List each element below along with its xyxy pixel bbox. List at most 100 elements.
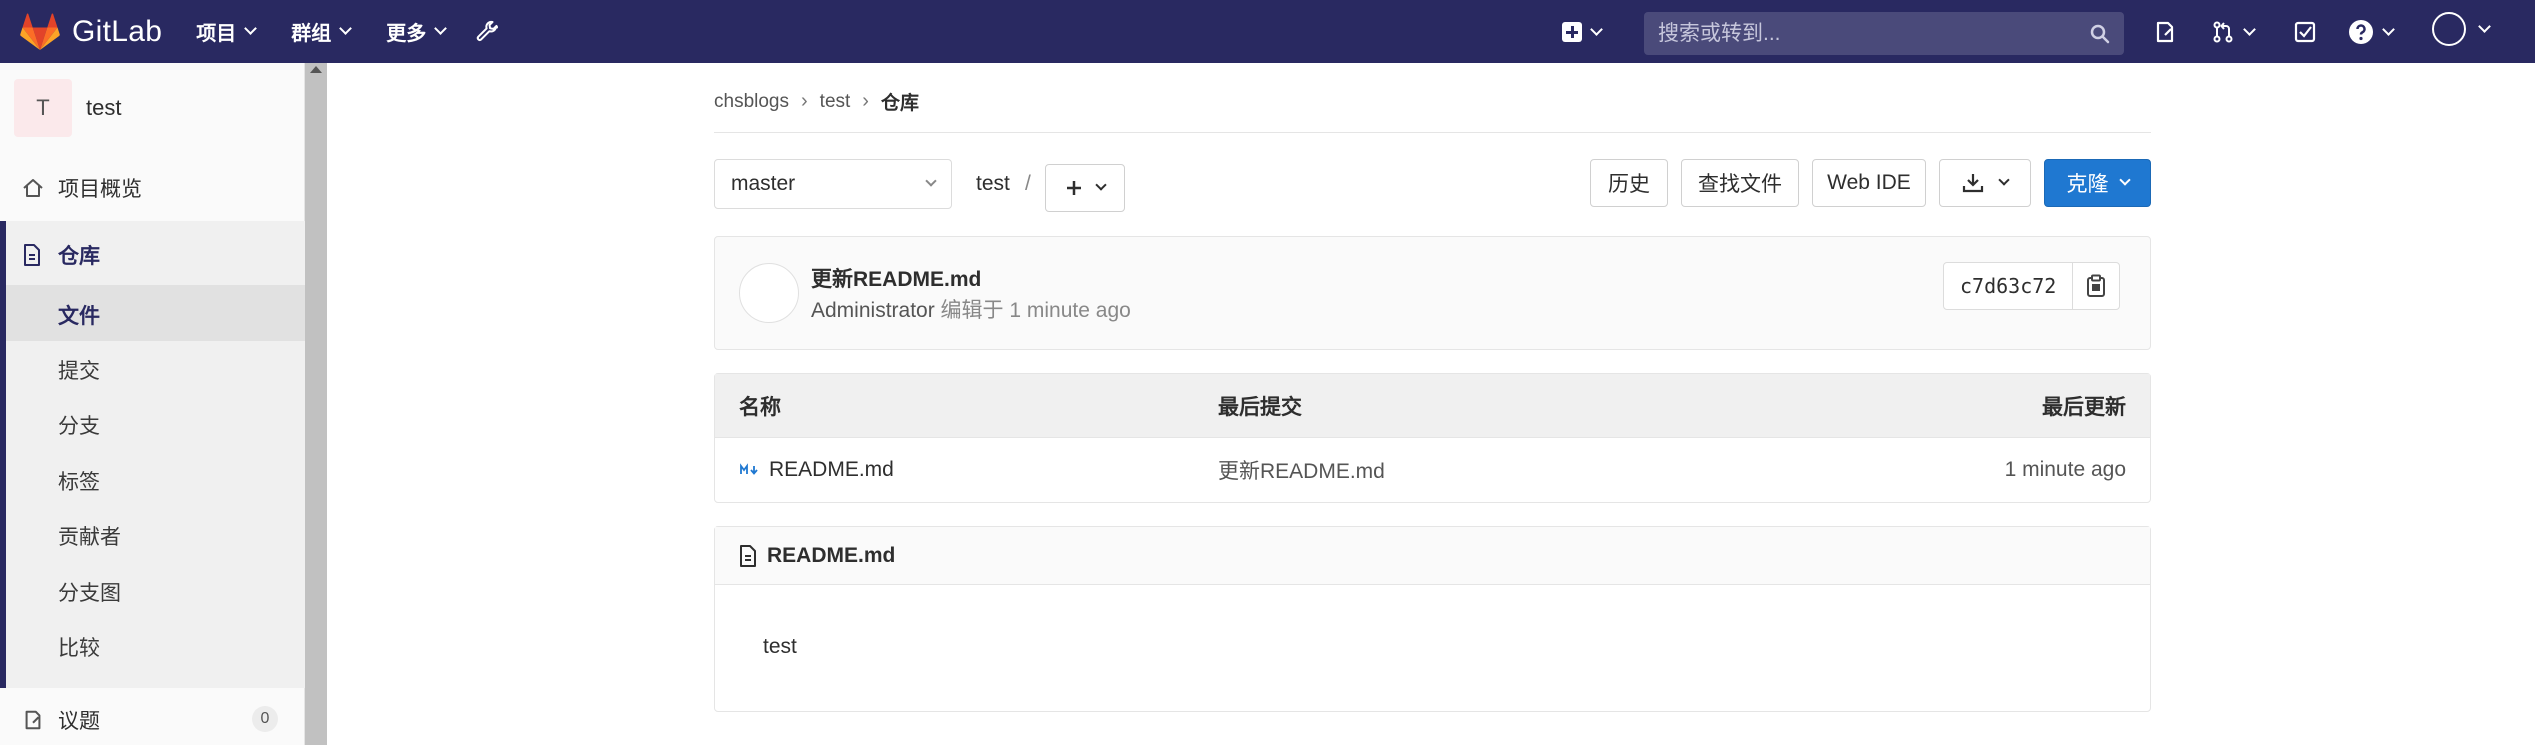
branch-select[interactable]: master xyxy=(714,159,952,209)
sidebar-item-overview[interactable]: 项目概览 xyxy=(0,168,305,208)
chevron-down-icon xyxy=(244,22,258,35)
issues-link[interactable] xyxy=(2153,18,2177,46)
column-header-last-update: 最后更新 xyxy=(2042,396,2126,419)
chevron-down-icon xyxy=(1998,174,2010,186)
admin-area-link[interactable] xyxy=(475,20,499,44)
chevron-down-icon xyxy=(2118,174,2131,186)
file-name-cell[interactable]: README.md xyxy=(739,438,894,502)
branch-name: master xyxy=(731,172,796,195)
sidebar-item-label: 仓库 xyxy=(58,245,100,268)
merge-requests-dropdown[interactable] xyxy=(2211,18,2256,46)
add-to-tree-dropdown[interactable] xyxy=(1045,164,1125,212)
file-icon xyxy=(740,544,756,567)
chevron-down-icon xyxy=(925,175,937,187)
chevron-right-icon: › xyxy=(801,90,808,112)
file-tree-table: 名称 最后提交 最后更新 README.md 更新README.md 1 min… xyxy=(714,373,2151,503)
readme-content: test xyxy=(763,635,797,658)
chevron-down-icon xyxy=(2382,22,2395,36)
commit-sha[interactable]: c7d63c72 xyxy=(1944,263,2074,309)
download-dropdown[interactable] xyxy=(1939,159,2031,207)
project-name: test xyxy=(86,95,122,120)
sidebar-item-repository[interactable]: 仓库 xyxy=(0,235,305,275)
plus-icon xyxy=(1067,181,1081,195)
copy-sha-button[interactable] xyxy=(2073,263,2119,309)
gitlab-home-link[interactable]: GitLab xyxy=(20,0,162,63)
nav-menu: 项目 群组 更多 xyxy=(196,0,535,63)
clone-dropdown[interactable]: 克隆 xyxy=(2044,159,2151,207)
file-last-commit[interactable]: 更新README.md xyxy=(1218,438,1385,502)
help-icon xyxy=(2349,20,2373,44)
column-header-name: 名称 xyxy=(739,396,781,419)
nav-groups-dropdown[interactable]: 群组 xyxy=(291,17,353,46)
file-name[interactable]: README.md xyxy=(769,458,894,482)
sidebar-subitem-graph[interactable]: 分支图 xyxy=(58,577,121,607)
sidebar-active-highlight xyxy=(6,285,305,341)
nav-projects-dropdown[interactable]: 项目 xyxy=(196,17,258,46)
sidebar-subitem-contributors[interactable]: 贡献者 xyxy=(58,521,121,551)
download-icon xyxy=(1962,174,1984,193)
sidebar-subitem-branches[interactable]: 分支 xyxy=(58,410,100,440)
commit-meta: Administrator 编辑于 1 minute ago xyxy=(811,294,1131,324)
chevron-down-icon xyxy=(2243,22,2256,36)
issues-icon xyxy=(25,710,41,730)
new-dropdown-button[interactable] xyxy=(1562,18,1603,46)
table-row[interactable]: README.md 更新README.md 1 minute ago xyxy=(715,438,2150,502)
nav-groups-label: 群组 xyxy=(291,23,332,45)
find-file-button[interactable]: 查找文件 xyxy=(1681,159,1799,207)
file-table-header: 名称 最后提交 最后更新 xyxy=(715,374,2150,438)
merge-request-icon xyxy=(2213,21,2233,43)
todo-icon xyxy=(2294,21,2316,43)
issues-icon xyxy=(2156,21,2174,43)
breadcrumb: chsblogs › test › 仓库 xyxy=(714,88,919,115)
nav-more-dropdown[interactable]: 更多 xyxy=(386,17,448,46)
user-avatar xyxy=(2432,12,2466,46)
nav-more-label: 更多 xyxy=(386,23,427,45)
home-icon xyxy=(23,179,43,197)
gitlab-logo-icon xyxy=(20,12,60,50)
chevron-down-icon xyxy=(2478,19,2491,33)
clipboard-icon xyxy=(2087,274,2106,297)
top-navbar: GitLab 项目 群组 更多 xyxy=(0,0,2535,63)
commit-title[interactable]: 更新README.md xyxy=(811,263,981,293)
chevron-right-icon: › xyxy=(862,90,869,112)
sidebar-scrollbar[interactable] xyxy=(305,63,327,745)
search-box[interactable] xyxy=(1644,12,2124,55)
history-button[interactable]: 历史 xyxy=(1590,159,1668,207)
chevron-down-icon xyxy=(1095,179,1107,191)
brand-name: GitLab xyxy=(72,14,163,48)
search-icon xyxy=(2090,24,2110,43)
document-icon xyxy=(24,244,40,266)
scroll-up-arrow-icon[interactable] xyxy=(310,66,322,73)
user-menu-dropdown[interactable] xyxy=(2432,12,2491,46)
sidebar-item-label: 项目概览 xyxy=(58,178,142,201)
breadcrumb-project[interactable]: test xyxy=(820,91,851,113)
column-header-last-commit: 最后提交 xyxy=(1218,396,1302,419)
issues-count-badge: 0 xyxy=(252,706,278,732)
repo-path-root[interactable]: test xyxy=(976,172,1010,196)
chevron-down-icon xyxy=(434,22,448,35)
readme-header: README.md xyxy=(715,527,2150,585)
commit-author-avatar[interactable] xyxy=(739,263,799,323)
chevron-down-icon xyxy=(339,22,353,35)
readme-title[interactable]: README.md xyxy=(767,544,895,568)
breadcrumb-current[interactable]: 仓库 xyxy=(881,88,919,115)
sidebar-subitem-files[interactable]: 文件 xyxy=(58,300,100,330)
nav-projects-label: 项目 xyxy=(196,23,237,45)
commit-author[interactable]: Administrator xyxy=(811,299,935,322)
sidebar-subitem-commits[interactable]: 提交 xyxy=(58,355,100,385)
breadcrumb-divider xyxy=(714,132,2151,133)
readme-panel: README.md test xyxy=(714,526,2151,712)
sidebar-subitem-tags[interactable]: 标签 xyxy=(58,466,100,496)
commit-time: 编辑于 1 minute ago xyxy=(940,299,1131,322)
search-input[interactable] xyxy=(1658,21,2090,46)
sidebar-item-label: 议题 xyxy=(58,710,100,733)
sidebar-subitem-compare[interactable]: 比较 xyxy=(58,632,100,662)
web-ide-button[interactable]: Web IDE xyxy=(1812,159,1926,207)
breadcrumb-group[interactable]: chsblogs xyxy=(714,91,789,113)
sidebar-project-header[interactable]: T test xyxy=(14,79,121,137)
todos-link[interactable] xyxy=(2293,18,2317,46)
last-commit-panel: 更新README.md Administrator 编辑于 1 minute a… xyxy=(714,236,2151,350)
plus-square-icon xyxy=(1562,22,1582,42)
help-dropdown[interactable] xyxy=(2348,18,2395,46)
markdown-icon xyxy=(740,463,758,475)
